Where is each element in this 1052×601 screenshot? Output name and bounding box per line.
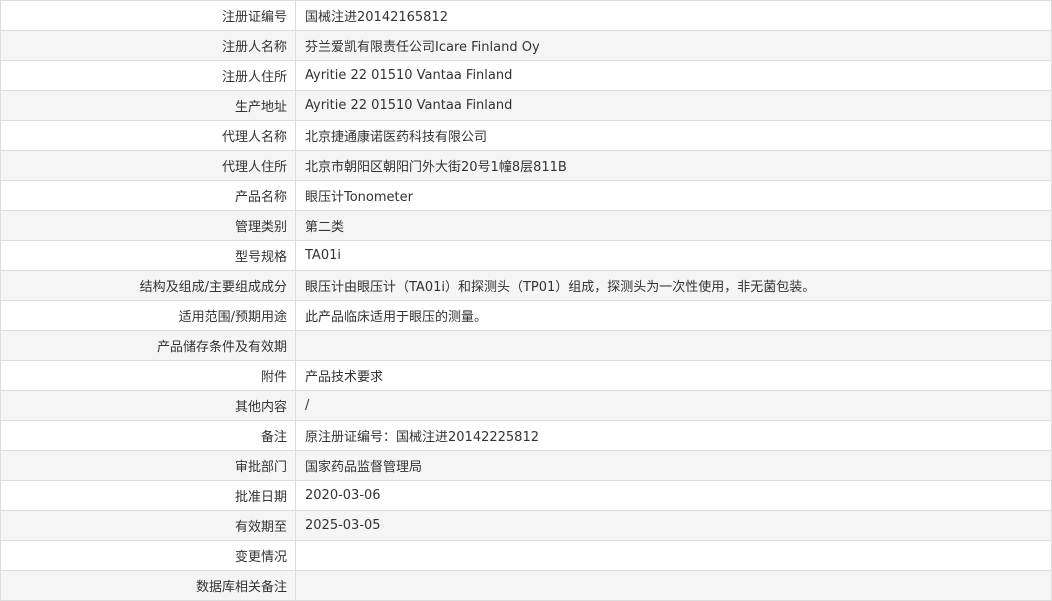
- table-row-product-name: 产品名称 眼压计Tonometer: [0, 180, 1052, 211]
- row-label: 型号规格: [0, 240, 296, 271]
- row-value: Ayritie 22 01510 Vantaa Finland: [295, 90, 1052, 121]
- row-value: 原注册证编号：国械注进20142225812: [295, 420, 1052, 451]
- table-row-approval-date: 批准日期 2020-03-06: [0, 480, 1052, 511]
- row-label: 注册证编号: [0, 0, 296, 31]
- table-row-registrant-address: 注册人住所 Ayritie 22 01510 Vantaa Finland: [0, 60, 1052, 91]
- row-label: 管理类别: [0, 210, 296, 241]
- table-row-other-content: 其他内容 /: [0, 390, 1052, 421]
- row-value: 第二类: [295, 210, 1052, 241]
- table-row-agent-address: 代理人住所 北京市朝阳区朝阳门外大街20号1幢8层811B: [0, 150, 1052, 181]
- row-value: 国械注进20142165812: [295, 0, 1052, 31]
- row-label: 附件: [0, 360, 296, 391]
- table-row-intended-use: 适用范围/预期用途 此产品临床适用于眼压的测量。: [0, 300, 1052, 331]
- row-label: 代理人名称: [0, 120, 296, 151]
- row-value: Ayritie 22 01510 Vantaa Finland: [295, 60, 1052, 91]
- table-row-structure-composition: 结构及组成/主要组成成分 眼压计由眼压计（TA01i）和探测头（TP01）组成，…: [0, 270, 1052, 301]
- row-label: 数据库相关备注: [0, 570, 296, 601]
- row-label: 产品名称: [0, 180, 296, 211]
- row-value: [295, 570, 1052, 601]
- row-label: 批准日期: [0, 480, 296, 511]
- table-row-database-remarks: 数据库相关备注: [0, 570, 1052, 601]
- row-value: 此产品临床适用于眼压的测量。: [295, 300, 1052, 331]
- table-row-remarks: 备注 原注册证编号：国械注进20142225812: [0, 420, 1052, 451]
- row-label: 备注: [0, 420, 296, 451]
- row-label: 代理人住所: [0, 150, 296, 181]
- row-label: 结构及组成/主要组成成分: [0, 270, 296, 301]
- table-row-agent-name: 代理人名称 北京捷通康诺医药科技有限公司: [0, 120, 1052, 151]
- row-value: 产品技术要求: [295, 360, 1052, 391]
- table-row-production-address: 生产地址 Ayritie 22 01510 Vantaa Finland: [0, 90, 1052, 121]
- row-value: 北京捷通康诺医药科技有限公司: [295, 120, 1052, 151]
- row-label: 生产地址: [0, 90, 296, 121]
- row-value: 2020-03-06: [295, 480, 1052, 511]
- row-value: [295, 330, 1052, 361]
- table-row-registration-number: 注册证编号 国械注进20142165812: [0, 0, 1052, 31]
- row-label: 注册人名称: [0, 30, 296, 61]
- row-value: 眼压计由眼压计（TA01i）和探测头（TP01）组成，探测头为一次性使用，非无菌…: [295, 270, 1052, 301]
- table-row-storage-validity: 产品储存条件及有效期: [0, 330, 1052, 361]
- row-label: 注册人住所: [0, 60, 296, 91]
- row-value: 北京市朝阳区朝阳门外大街20号1幢8层811B: [295, 150, 1052, 181]
- row-value: TA01i: [295, 240, 1052, 271]
- table-row-model-spec: 型号规格 TA01i: [0, 240, 1052, 271]
- table-row-registrant-name: 注册人名称 芬兰爱凯有限责任公司Icare Finland Oy: [0, 30, 1052, 61]
- row-value: [295, 540, 1052, 571]
- row-label: 产品储存条件及有效期: [0, 330, 296, 361]
- table-row-management-category: 管理类别 第二类: [0, 210, 1052, 241]
- table-row-attachments: 附件 产品技术要求: [0, 360, 1052, 391]
- row-label: 变更情况: [0, 540, 296, 571]
- table-row-approval-department: 审批部门 国家药品监督管理局: [0, 450, 1052, 481]
- row-label: 审批部门: [0, 450, 296, 481]
- row-value: 国家药品监督管理局: [295, 450, 1052, 481]
- row-label: 其他内容: [0, 390, 296, 421]
- row-value: 芬兰爱凯有限责任公司Icare Finland Oy: [295, 30, 1052, 61]
- registration-info-table: 注册证编号 国械注进20142165812 注册人名称 芬兰爱凯有限责任公司Ic…: [0, 0, 1052, 601]
- table-row-change-status: 变更情况: [0, 540, 1052, 571]
- table-row-valid-until: 有效期至 2025-03-05: [0, 510, 1052, 541]
- row-label: 有效期至: [0, 510, 296, 541]
- row-value: /: [295, 390, 1052, 421]
- row-value: 2025-03-05: [295, 510, 1052, 541]
- row-value: 眼压计Tonometer: [295, 180, 1052, 211]
- row-label: 适用范围/预期用途: [0, 300, 296, 331]
